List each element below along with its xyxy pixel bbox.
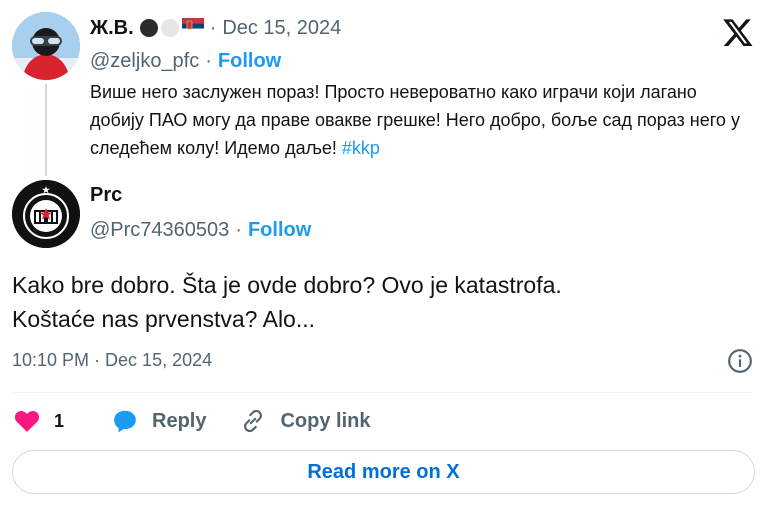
serbia-flag-icon	[181, 17, 204, 39]
reply-button[interactable]: Reply	[112, 408, 206, 434]
x-logo-icon[interactable]	[722, 16, 754, 48]
actions-row: 1 Reply Copy link	[14, 404, 371, 438]
quoted-date[interactable]: Dec 15, 2024	[222, 17, 341, 40]
thread-line	[45, 84, 47, 176]
info-icon[interactable]	[727, 348, 753, 374]
read-more-label: Read more on X	[307, 460, 460, 483]
flag-icons	[139, 17, 204, 39]
reply-label: Reply	[152, 409, 207, 432]
read-more-button[interactable]: Read more on X	[12, 450, 755, 494]
quoted-body: Више него заслужен пораз! Просто неверов…	[90, 82, 740, 158]
copy-link-label: Copy link	[280, 409, 371, 432]
quoted-text: Више него заслужен пораз! Просто неверов…	[90, 78, 750, 162]
timestamp[interactable]: 10:10 PM · Dec 15, 2024	[12, 350, 212, 371]
handle[interactable]: @Prc74360503	[90, 219, 229, 242]
display-name[interactable]: Ж.В.	[90, 17, 134, 40]
heart-icon	[14, 409, 40, 433]
partizan-crest-icon	[12, 180, 80, 248]
follow-button[interactable]: Follow	[218, 50, 281, 73]
reply-text: Kako bre dobro. Šta je ovde dobro? Ovo j…	[12, 268, 752, 336]
link-icon	[240, 408, 266, 434]
dot-separator: ·	[205, 49, 212, 72]
quoted-handle-row: @zeljko_pfc · Follow	[90, 48, 281, 74]
handle[interactable]: @zeljko_pfc	[90, 50, 199, 73]
like-count: 1	[54, 410, 65, 431]
white-circle-icon	[160, 19, 179, 37]
reply-handle-row: @Prc74360503 · Follow	[90, 217, 311, 243]
avatar-image	[12, 12, 80, 80]
like-button[interactable]: 1	[14, 409, 64, 433]
black-circle-icon	[139, 19, 158, 37]
reply-display-name[interactable]: Prc	[90, 184, 122, 207]
quoted-header: Ж.В. · Dec 15, 2024	[90, 14, 341, 42]
hashtag-link[interactable]: #kkp	[342, 138, 380, 158]
reply-bubble-icon	[112, 408, 138, 434]
follow-button[interactable]: Follow	[248, 219, 311, 242]
avatar-prc[interactable]	[12, 180, 80, 248]
copy-link-button[interactable]: Copy link	[240, 408, 371, 434]
reply-line-1: Kako bre dobro. Šta je ovde dobro? Ovo j…	[12, 272, 562, 298]
avatar-zeljko[interactable]	[12, 12, 80, 80]
reply-line-2: Koštaće nas prvenstva? Alo...	[12, 306, 316, 332]
dot-separator: ·	[209, 16, 217, 39]
divider	[12, 392, 753, 393]
dot-separator: ·	[235, 218, 242, 241]
